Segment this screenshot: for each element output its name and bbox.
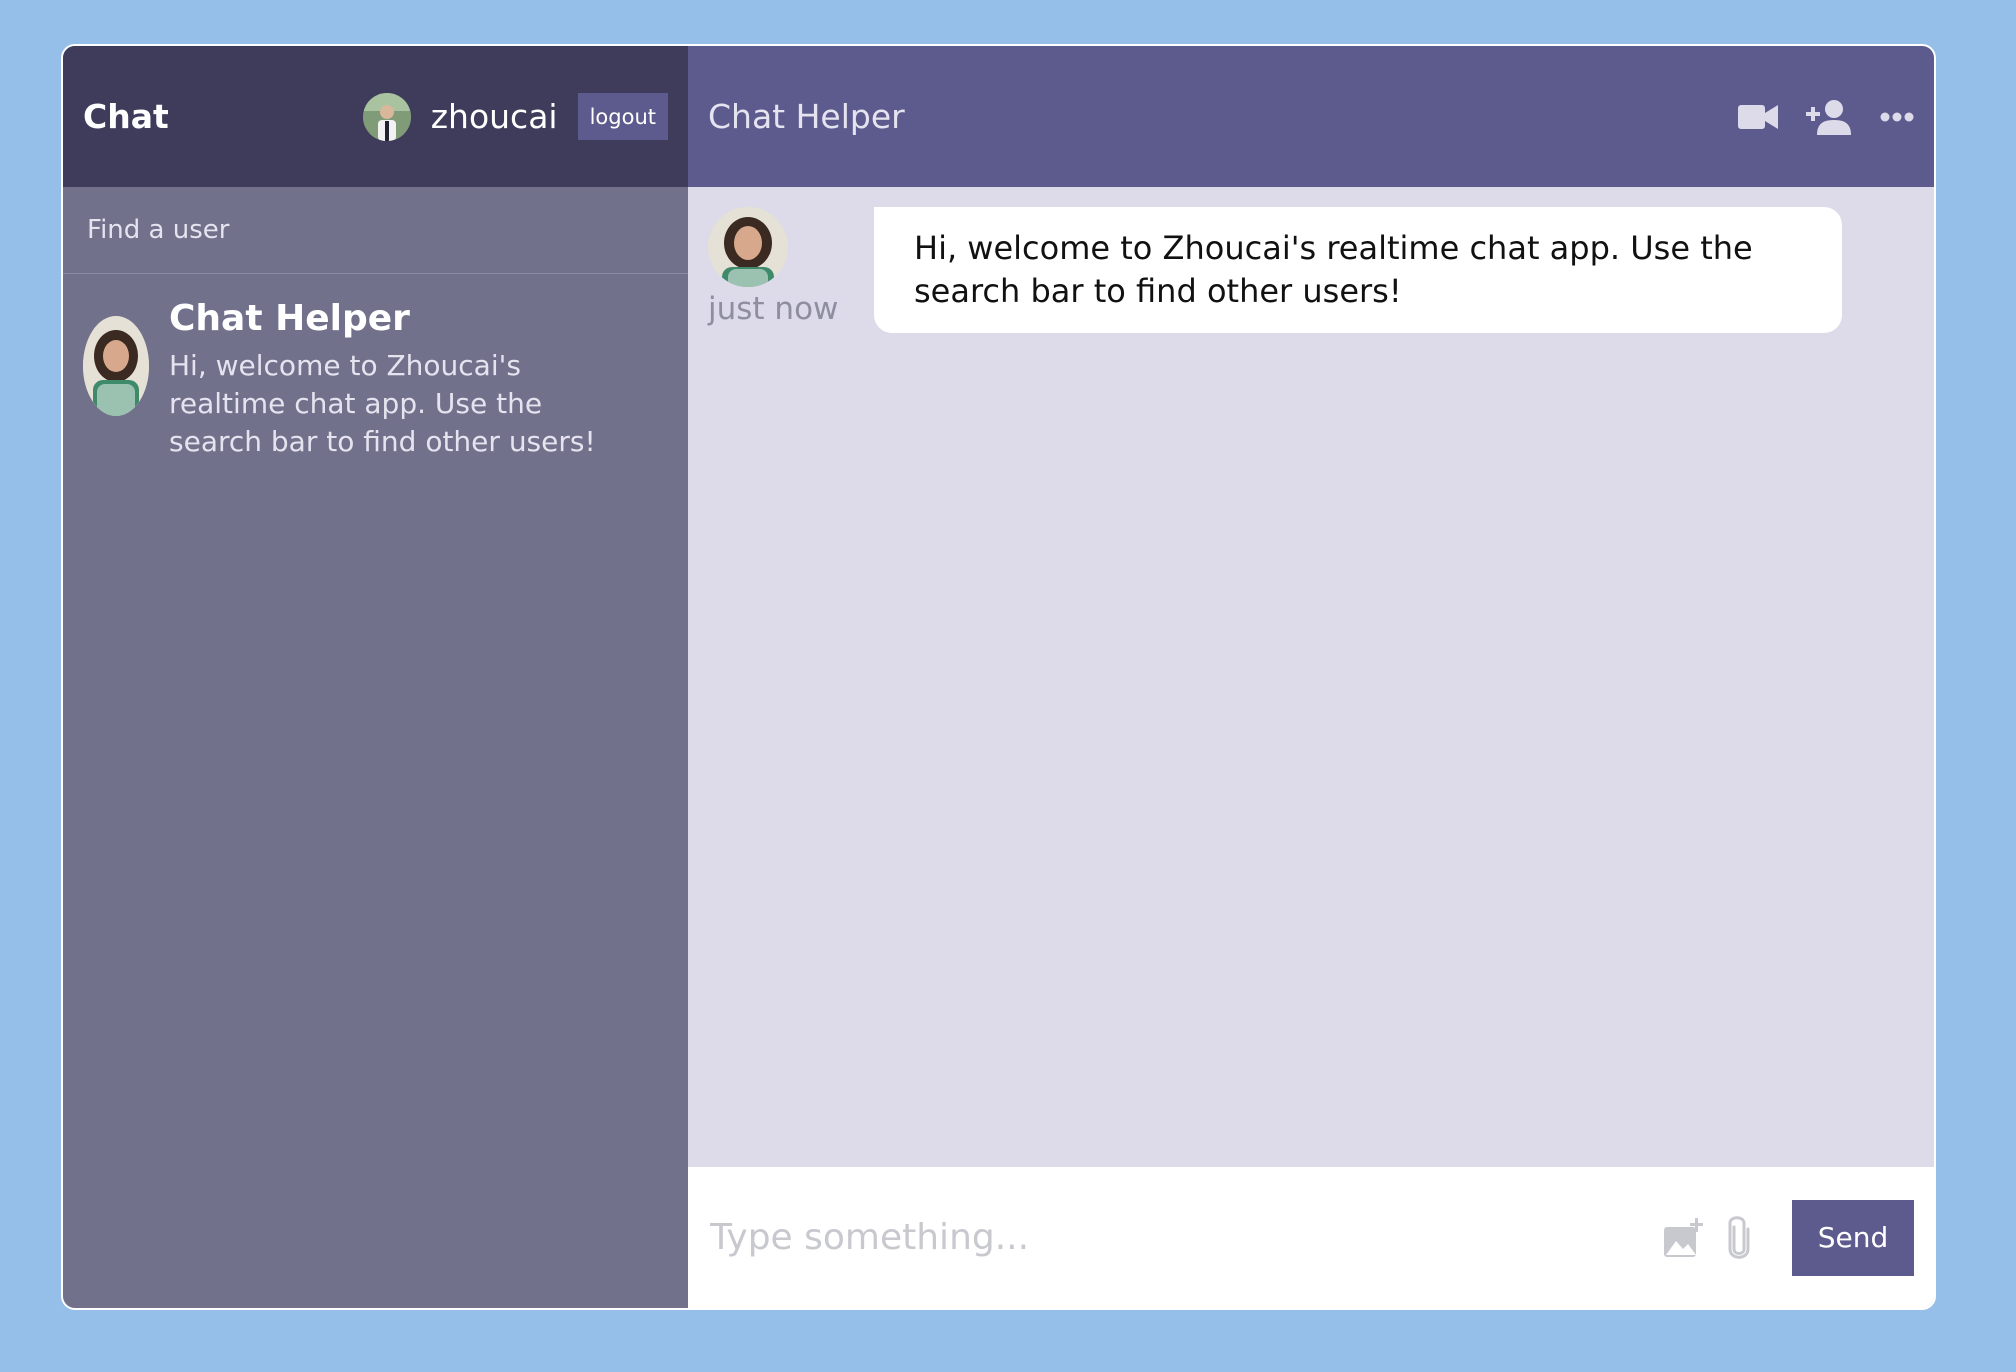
- video-camera-icon[interactable]: [1738, 103, 1778, 131]
- message-input-bar: Send: [688, 1167, 1934, 1308]
- chat-helper-avatar: [83, 316, 149, 416]
- message-bubble: Hi, welcome to Zhoucai's realtime chat a…: [874, 207, 1842, 333]
- app-brand: Chat: [83, 97, 169, 136]
- chat-item-name: Chat Helper: [169, 298, 410, 339]
- current-username: zhoucai: [430, 97, 558, 136]
- chat-list-item[interactable]: Chat Helper Hi, welcome to Zhoucai's rea…: [63, 274, 688, 485]
- chat-app-window: Chat zhoucai logout Find a user Chat Hel…: [61, 44, 1936, 1310]
- message-avatar: [708, 207, 788, 287]
- message-input[interactable]: [710, 1217, 1662, 1258]
- message-list: just now Hi, welcome to Zhoucai's realti…: [688, 187, 1934, 1167]
- send-tools: Send: [1662, 1199, 1914, 1276]
- logout-button[interactable]: logout: [577, 93, 668, 140]
- message: just now Hi, welcome to Zhoucai's realti…: [708, 207, 1914, 333]
- chat-panel: Chat Helper just now Hi, welcome to Zhou…: [688, 46, 1934, 1308]
- chat-item-preview: Hi, welcome to Zhoucai's realtime chat a…: [169, 349, 596, 458]
- attach-icon[interactable]: [1726, 1215, 1752, 1261]
- add-user-icon[interactable]: [1806, 99, 1852, 135]
- chat-header: Chat Helper: [688, 46, 1934, 187]
- current-user: zhoucai logout: [362, 92, 668, 141]
- add-image-icon[interactable]: [1662, 1217, 1704, 1259]
- sidebar: Chat zhoucai logout Find a user Chat Hel…: [63, 46, 688, 1308]
- chat-item-info: Chat Helper Hi, welcome to Zhoucai's rea…: [169, 298, 639, 461]
- sidebar-navbar: Chat zhoucai logout: [63, 46, 688, 187]
- message-time: just now: [708, 291, 839, 327]
- chat-header-actions: [1738, 99, 1914, 135]
- user-search: [63, 187, 688, 274]
- chat-title: Chat Helper: [708, 97, 905, 136]
- message-info: just now: [708, 207, 874, 327]
- more-icon[interactable]: [1880, 112, 1914, 122]
- send-button[interactable]: Send: [1792, 1199, 1914, 1276]
- current-user-avatar: [362, 92, 411, 141]
- search-input[interactable]: [87, 215, 664, 245]
